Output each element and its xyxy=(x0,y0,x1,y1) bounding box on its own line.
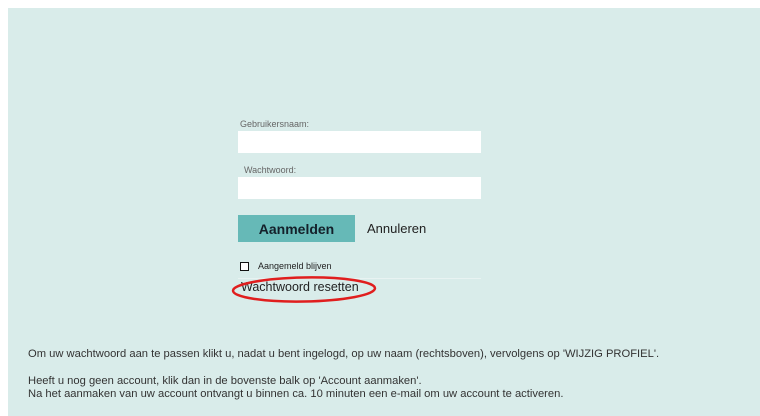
remember-me-option[interactable]: Aangemeld blijven xyxy=(240,261,332,271)
remember-me-label: Aangemeld blijven xyxy=(258,261,332,271)
login-button[interactable]: Aanmelden xyxy=(238,215,355,242)
divider xyxy=(238,278,481,279)
password-input[interactable] xyxy=(238,177,481,199)
reset-password-link[interactable]: Wachtwoord resetten xyxy=(241,280,359,294)
password-label: Wachtwoord: xyxy=(244,165,297,175)
remember-me-checkbox[interactable] xyxy=(240,261,249,271)
username-label: Gebruikersnaam: xyxy=(240,119,310,129)
info-create-account: Heeft u nog geen account, klik dan in de… xyxy=(28,375,422,387)
cancel-link[interactable]: Annuleren xyxy=(367,221,426,236)
info-activation: Na het aanmaken van uw account ontvangt … xyxy=(28,388,564,400)
info-change-password: Om uw wachtwoord aan te passen klikt u, … xyxy=(28,348,660,360)
username-input[interactable] xyxy=(238,131,481,153)
